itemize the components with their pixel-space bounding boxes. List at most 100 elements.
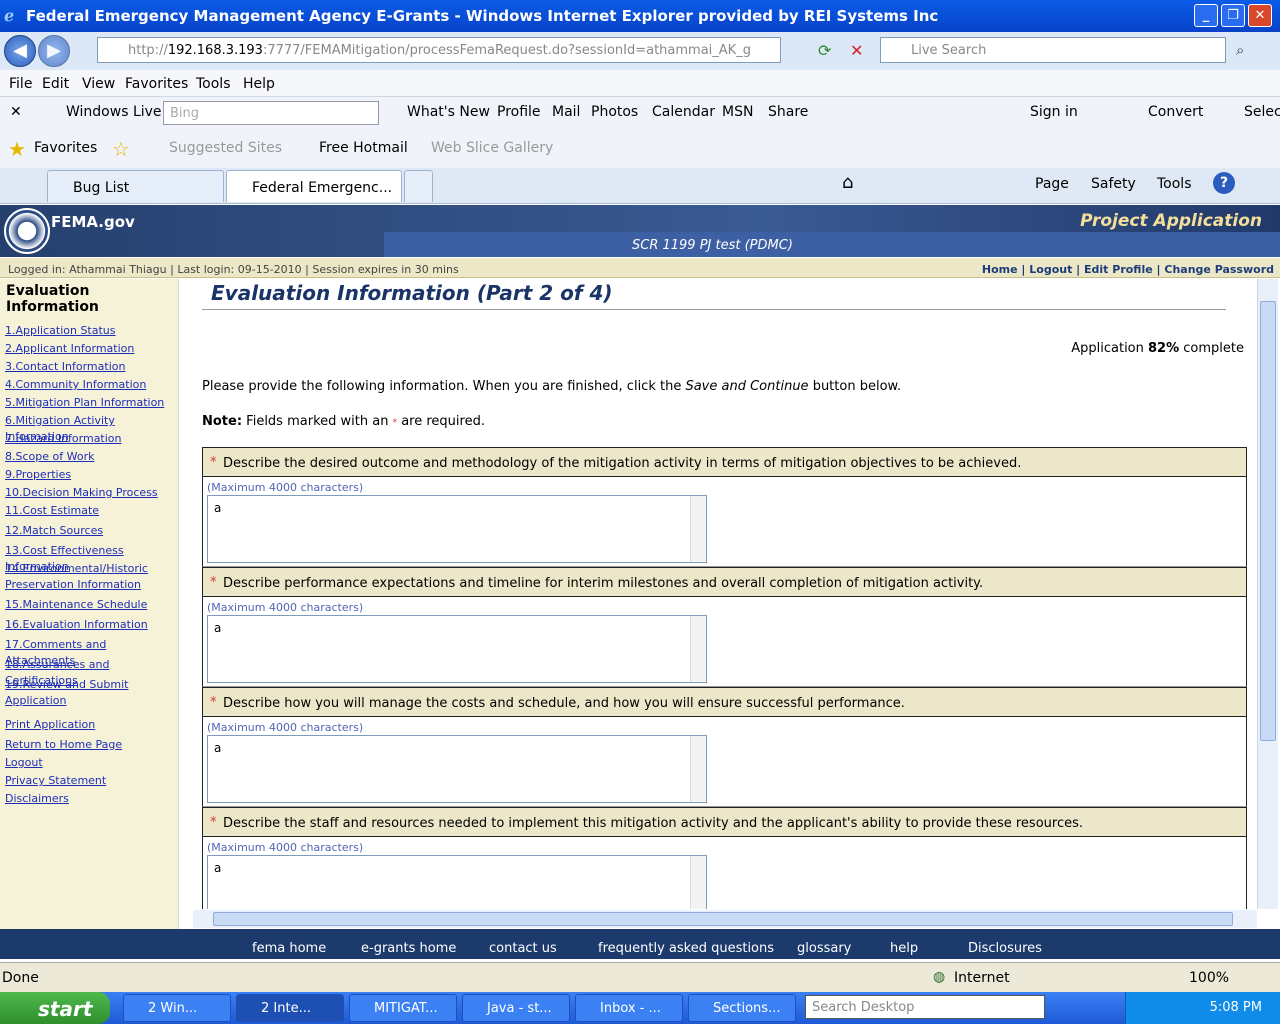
close-toolbar-icon[interactable]: ✕ (10, 104, 22, 120)
live-profile[interactable]: Profile (497, 104, 541, 120)
nav-link-16[interactable]: 16.Evaluation Information (5, 617, 148, 633)
new-tab-button[interactable] (404, 170, 433, 202)
task-java[interactable]: Java - st... (462, 994, 570, 1022)
textarea-scrollbar[interactable] (690, 736, 706, 802)
favorites-star-icon: ★ (8, 137, 26, 161)
fema-header: FEMA.gov Project Application SCR 1199 PJ… (0, 205, 1280, 257)
nav-link-1[interactable]: 1.Application Status (5, 323, 116, 339)
live-share[interactable]: Share (768, 104, 808, 120)
add-favorite-icon[interactable]: ☆ (112, 137, 130, 161)
minimize-button[interactable]: _ (1194, 4, 1218, 27)
print-application-link[interactable]: Print Application (5, 717, 95, 733)
menu-help[interactable]: Help (243, 76, 275, 92)
task-inbox[interactable]: Inbox - ... (575, 994, 683, 1022)
footer-glossary[interactable]: glossary (797, 941, 851, 956)
windows-live-label[interactable]: Windows Live (66, 104, 162, 120)
maximize-button[interactable]: ❐ (1221, 4, 1245, 27)
nav-link-14b[interactable]: Preservation Information (5, 577, 141, 593)
back-button[interactable]: ◀ (4, 35, 36, 67)
nav-link-11[interactable]: 11.Cost Estimate (5, 503, 99, 519)
nav-link-7[interactable]: 7.Hazard Information (5, 431, 122, 447)
live-msn[interactable]: MSN (722, 104, 753, 120)
search-icon[interactable]: ⌕ (1236, 41, 1244, 59)
vertical-scrollbar[interactable] (1257, 279, 1278, 909)
footer-disclosures[interactable]: Disclosures (968, 941, 1042, 956)
tools-menu[interactable]: Tools (1157, 176, 1192, 192)
nav-link-12[interactable]: 12.Match Sources (5, 523, 103, 539)
question-label: Describe performance expectations and ti… (223, 576, 984, 591)
textarea-scrollbar[interactable] (690, 616, 706, 682)
footer-contact-us[interactable]: contact us (489, 941, 557, 956)
task-sections[interactable]: Sections... (688, 994, 796, 1022)
nav-link-10[interactable]: 10.Decision Making Process (5, 485, 158, 501)
privacy-statement-link[interactable]: Privacy Statement (5, 773, 106, 789)
home-icon[interactable]: ⌂ (842, 172, 853, 193)
search-desktop-input[interactable]: Search Desktop (805, 995, 1045, 1019)
nav-link-5[interactable]: 5.Mitigation Plan Information (5, 395, 164, 411)
sign-in-link[interactable]: Sign in (1030, 104, 1078, 120)
live-whats-new[interactable]: What's New (407, 104, 490, 120)
zoom-level[interactable]: 100% (1189, 970, 1229, 986)
nav-link-4[interactable]: 4.Community Information (5, 377, 146, 393)
live-search-input[interactable]: Live Search (880, 37, 1226, 63)
instructions: Please provide the following information… (202, 379, 901, 394)
footer-faq[interactable]: frequently asked questions (598, 941, 774, 956)
textarea-scrollbar[interactable] (690, 496, 706, 562)
textarea-scrollbar[interactable] (690, 856, 706, 909)
safety-menu[interactable]: Safety (1091, 176, 1136, 192)
menu-view[interactable]: View (82, 76, 115, 92)
account-links[interactable]: Home | Logout | Edit Profile | Change Pa… (982, 263, 1274, 276)
menu-tools[interactable]: Tools (196, 76, 231, 92)
menu-edit[interactable]: Edit (42, 76, 69, 92)
close-button[interactable]: ✕ (1248, 4, 1272, 27)
live-calendar[interactable]: Calendar (652, 104, 715, 120)
tab-bug-list[interactable]: Bug List (47, 170, 224, 202)
task-windows[interactable]: 2 Win... (123, 994, 231, 1022)
clock[interactable]: 5:08 PM (1210, 1000, 1262, 1015)
max-chars-hint: (Maximum 4000 characters) (207, 481, 364, 494)
task-mitigation[interactable]: MITIGAT... (349, 994, 457, 1022)
free-hotmail-link[interactable]: Free Hotmail (319, 140, 408, 156)
nav-link-3[interactable]: 3.Contact Information (5, 359, 125, 375)
fema-logo[interactable]: FEMA.gov (51, 213, 135, 231)
favorites-button[interactable]: Favorites (34, 140, 97, 156)
return-home-link[interactable]: Return to Home Page (5, 737, 122, 753)
tab-federal-emergency[interactable]: Federal Emergenc... (226, 170, 402, 202)
start-button[interactable]: start (0, 992, 110, 1024)
project-name: SCR 1199 PJ test (PDMC) (632, 238, 793, 253)
page-menu[interactable]: Page (1035, 176, 1069, 192)
web-slice-gallery-link[interactable]: Web Slice Gallery (431, 140, 553, 156)
live-photos[interactable]: Photos (591, 104, 638, 120)
menu-file[interactable]: File (9, 76, 32, 92)
horizontal-scrollbar[interactable] (193, 910, 1257, 928)
bing-search-input[interactable]: Bing (163, 101, 379, 125)
help-icon[interactable]: ? (1213, 172, 1235, 194)
stop-icon[interactable]: ✕ (850, 41, 863, 60)
live-mail[interactable]: Mail (552, 104, 580, 120)
scroll-thumb[interactable] (1260, 301, 1276, 741)
nav-link-14a[interactable]: 14.Environmental/Historic (5, 561, 148, 577)
forward-button[interactable]: ▶ (38, 35, 70, 67)
nav-link-2[interactable]: 2.Applicant Information (5, 341, 134, 357)
nav-link-8[interactable]: 8.Scope of Work (5, 449, 94, 465)
task-internet-explorer[interactable]: 2 Inte... (236, 994, 344, 1022)
select-button[interactable]: Selec (1244, 104, 1280, 120)
menu-favorites[interactable]: Favorites (125, 76, 188, 92)
footer-help[interactable]: help (890, 941, 918, 956)
footer-egrants-home[interactable]: e-grants home (361, 941, 456, 956)
footer-fema-home[interactable]: fema home (252, 941, 326, 956)
answer-1-textarea[interactable]: a (207, 495, 707, 563)
logout-link[interactable]: Logout (5, 755, 43, 771)
refresh-icon[interactable]: ⟳ (818, 41, 831, 60)
nav-link-19[interactable]: 19.Review and Submit Application (5, 677, 178, 709)
nav-link-15[interactable]: 15.Maintenance Schedule (5, 597, 147, 613)
convert-button[interactable]: Convert (1148, 104, 1203, 120)
suggested-sites-link[interactable]: Suggested Sites (169, 140, 282, 156)
disclaimers-link[interactable]: Disclaimers (5, 791, 69, 807)
address-input[interactable]: http://192.168.3.193:7777/FEMAMitigation… (97, 37, 781, 63)
answer-3-textarea[interactable]: a (207, 735, 707, 803)
answer-2-textarea[interactable]: a (207, 615, 707, 683)
nav-link-9[interactable]: 9.Properties (5, 467, 71, 483)
answer-4-textarea[interactable]: a (207, 855, 707, 909)
scroll-thumb[interactable] (213, 912, 1233, 926)
